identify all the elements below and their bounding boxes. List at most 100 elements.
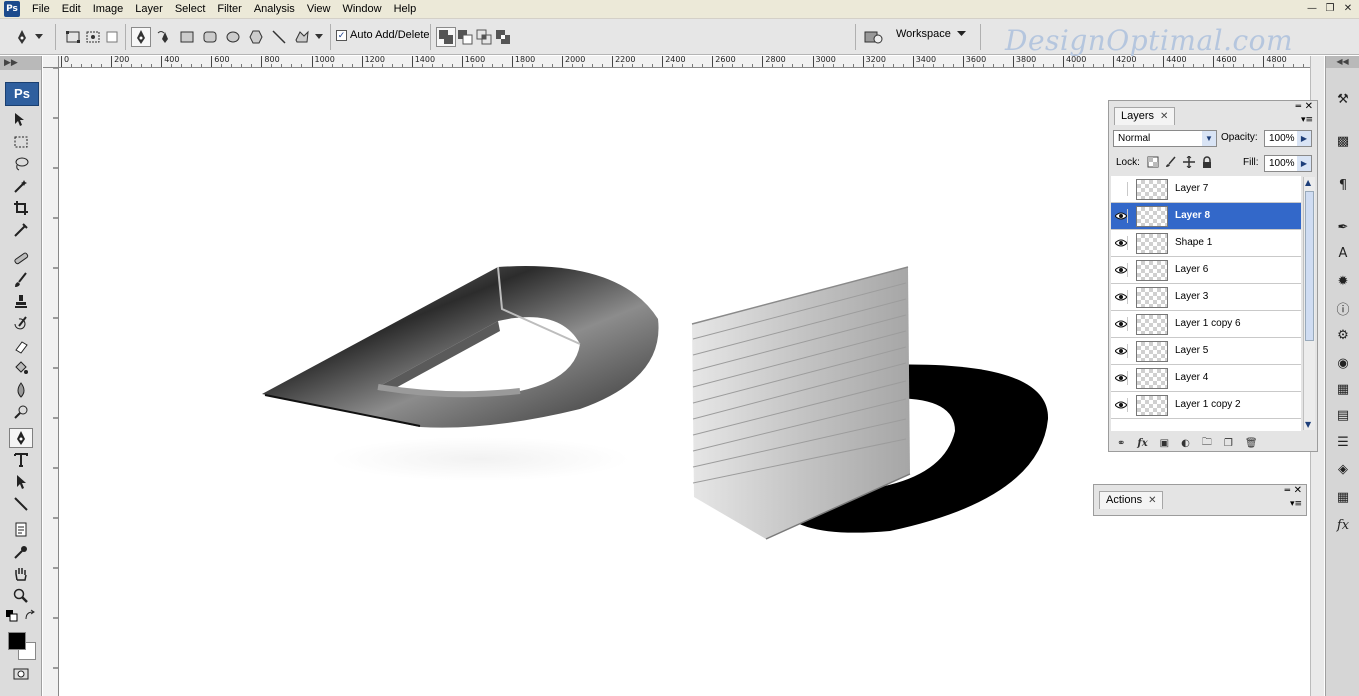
- custom-shape-dropdown-icon[interactable]: [313, 27, 325, 47]
- layer-row[interactable]: Layer 1 copy 2: [1111, 392, 1301, 419]
- hand-tool-icon[interactable]: [9, 564, 33, 584]
- marquee-tool-icon[interactable]: [9, 132, 33, 152]
- crop-tool-icon[interactable]: [9, 198, 33, 218]
- clone-source-icon[interactable]: ⚙: [1331, 324, 1355, 346]
- tab-layers[interactable]: Layers ✕: [1114, 107, 1176, 125]
- dodge-tool-icon[interactable]: [9, 402, 33, 422]
- foreground-color-swatch[interactable]: [8, 632, 26, 650]
- layer-row[interactable]: Shape 1: [1111, 230, 1301, 257]
- menu-help[interactable]: Help: [388, 0, 423, 19]
- default-colors-icon[interactable]: [6, 610, 18, 622]
- paint-bucket-icon[interactable]: [9, 358, 33, 378]
- layer-mask-icon[interactable]: ▣: [1160, 438, 1169, 449]
- tool-preset-dropdown-icon[interactable]: [33, 27, 45, 47]
- tools-panel-grip[interactable]: ▶▶: [0, 56, 41, 70]
- menu-filter[interactable]: Filter: [211, 0, 247, 19]
- visibility-eye-icon[interactable]: [1114, 209, 1128, 223]
- layer-row[interactable]: Layer 1 copy 6: [1111, 311, 1301, 338]
- adjustment-layer-icon[interactable]: ◐: [1181, 438, 1190, 449]
- layer-style-icon[interactable]: fx: [1331, 514, 1355, 536]
- ellipse-shape-icon[interactable]: [223, 27, 243, 47]
- dock-grip[interactable]: ◀◀: [1326, 56, 1359, 68]
- visibility-eye-icon[interactable]: [1114, 236, 1128, 250]
- clone-stamp-icon[interactable]: [9, 292, 33, 312]
- zoom-tool-icon[interactable]: [9, 586, 33, 606]
- lock-image-icon[interactable]: [1165, 156, 1177, 168]
- tab-close-icon[interactable]: ✕: [1148, 492, 1156, 509]
- rounded-rectangle-icon[interactable]: [200, 27, 220, 47]
- visibility-eye-icon[interactable]: [1114, 317, 1128, 331]
- menu-layer[interactable]: Layer: [129, 0, 169, 19]
- fill-field[interactable]: 100% ▶: [1264, 155, 1312, 172]
- eyedropper-tool-icon[interactable]: [9, 542, 33, 562]
- notes-icon[interactable]: ☰: [1331, 431, 1355, 453]
- character-icon[interactable]: A: [1331, 242, 1355, 264]
- panel-close-icon[interactable]: ✕: [1294, 485, 1302, 496]
- custom-shape-icon[interactable]: [292, 27, 312, 47]
- panel-close-icon[interactable]: ✕: [1305, 101, 1313, 112]
- subtract-shape-area-icon[interactable]: [455, 27, 475, 47]
- visibility-eye-icon[interactable]: [1114, 398, 1128, 412]
- paragraph-icon[interactable]: ¶: [1331, 174, 1355, 196]
- pen-tool-icon[interactable]: [9, 428, 33, 448]
- styles-icon[interactable]: ◉: [1331, 352, 1355, 374]
- visibility-eye-icon[interactable]: [1114, 182, 1128, 196]
- panel-collapse-icon[interactable]: ═: [1285, 486, 1290, 496]
- visibility-eye-icon[interactable]: [1114, 263, 1128, 277]
- menu-edit[interactable]: Edit: [56, 0, 87, 19]
- eraser-tool-icon[interactable]: [9, 336, 33, 356]
- visibility-eye-icon[interactable]: [1114, 371, 1128, 385]
- paths-icon[interactable]: [83, 27, 103, 47]
- menu-analysis[interactable]: Analysis: [248, 0, 301, 19]
- tab-close-icon[interactable]: ✕: [1160, 108, 1168, 125]
- blur-tool-icon[interactable]: [9, 380, 33, 400]
- new-group-icon[interactable]: 🗀: [1202, 435, 1212, 452]
- histogram-icon[interactable]: ▩: [1331, 130, 1355, 152]
- opacity-field[interactable]: 100% ▶: [1264, 130, 1312, 147]
- history-brush-icon[interactable]: [9, 314, 33, 334]
- menu-file[interactable]: File: [26, 0, 56, 19]
- layer-row[interactable]: Layer 8: [1111, 203, 1301, 230]
- layer-style-icon[interactable]: fx: [1137, 438, 1147, 449]
- auto-add-delete-option[interactable]: ✓ Auto Add/Delete: [336, 29, 430, 41]
- layer-row[interactable]: Layer 6: [1111, 257, 1301, 284]
- lock-position-icon[interactable]: [1183, 156, 1195, 168]
- healing-brush-icon[interactable]: [9, 248, 33, 268]
- channels-icon[interactable]: ▦: [1331, 486, 1355, 508]
- minimize-icon[interactable]: —: [1305, 2, 1319, 16]
- panel-menu-icon[interactable]: ▾≡: [1290, 499, 1302, 509]
- slice-tool-icon[interactable]: [9, 220, 33, 240]
- new-layer-icon[interactable]: ❐: [1224, 438, 1233, 449]
- menu-view[interactable]: View: [301, 0, 337, 19]
- delete-layer-icon[interactable]: 🗑: [1245, 438, 1258, 449]
- link-layers-icon[interactable]: ⚭: [1117, 438, 1125, 449]
- quick-mask-icon[interactable]: [9, 664, 33, 684]
- layer-row[interactable]: Layer 7: [1111, 176, 1301, 203]
- exclude-overlapping-icon[interactable]: [493, 27, 513, 47]
- line-shape-icon[interactable]: [269, 27, 289, 47]
- layer-row[interactable]: Layer 5: [1111, 338, 1301, 365]
- workspace-menu[interactable]: Workspace: [896, 28, 966, 40]
- layer-comps-icon[interactable]: ▤: [1331, 404, 1355, 426]
- bridge-icon[interactable]: [862, 27, 886, 47]
- tools-settings-icon[interactable]: ⚒: [1331, 88, 1355, 110]
- magic-wand-icon[interactable]: [9, 176, 33, 196]
- type-tool-icon[interactable]: [9, 450, 33, 470]
- color-icon[interactable]: ◈: [1331, 458, 1355, 480]
- lasso-tool-icon[interactable]: [9, 154, 33, 174]
- notes-tool-icon[interactable]: [9, 520, 33, 540]
- pen-tool-icon[interactable]: [131, 27, 151, 47]
- panel-menu-icon[interactable]: ▾≡: [1301, 115, 1313, 125]
- layer-row[interactable]: Layer 3: [1111, 284, 1301, 311]
- add-to-shape-area-icon[interactable]: [436, 27, 456, 47]
- visibility-eye-icon[interactable]: [1114, 344, 1128, 358]
- lock-transparent-icon[interactable]: [1147, 156, 1159, 168]
- photoshop-logo[interactable]: Ps: [5, 82, 39, 106]
- restore-icon[interactable]: ❐: [1323, 2, 1337, 16]
- menu-image[interactable]: Image: [87, 0, 130, 19]
- visibility-eye-icon[interactable]: [1114, 290, 1128, 304]
- lock-all-icon[interactable]: [1201, 156, 1213, 168]
- info-icon[interactable]: ⓘ: [1331, 297, 1355, 319]
- menu-window[interactable]: Window: [336, 0, 387, 19]
- path-selection-icon[interactable]: [9, 472, 33, 492]
